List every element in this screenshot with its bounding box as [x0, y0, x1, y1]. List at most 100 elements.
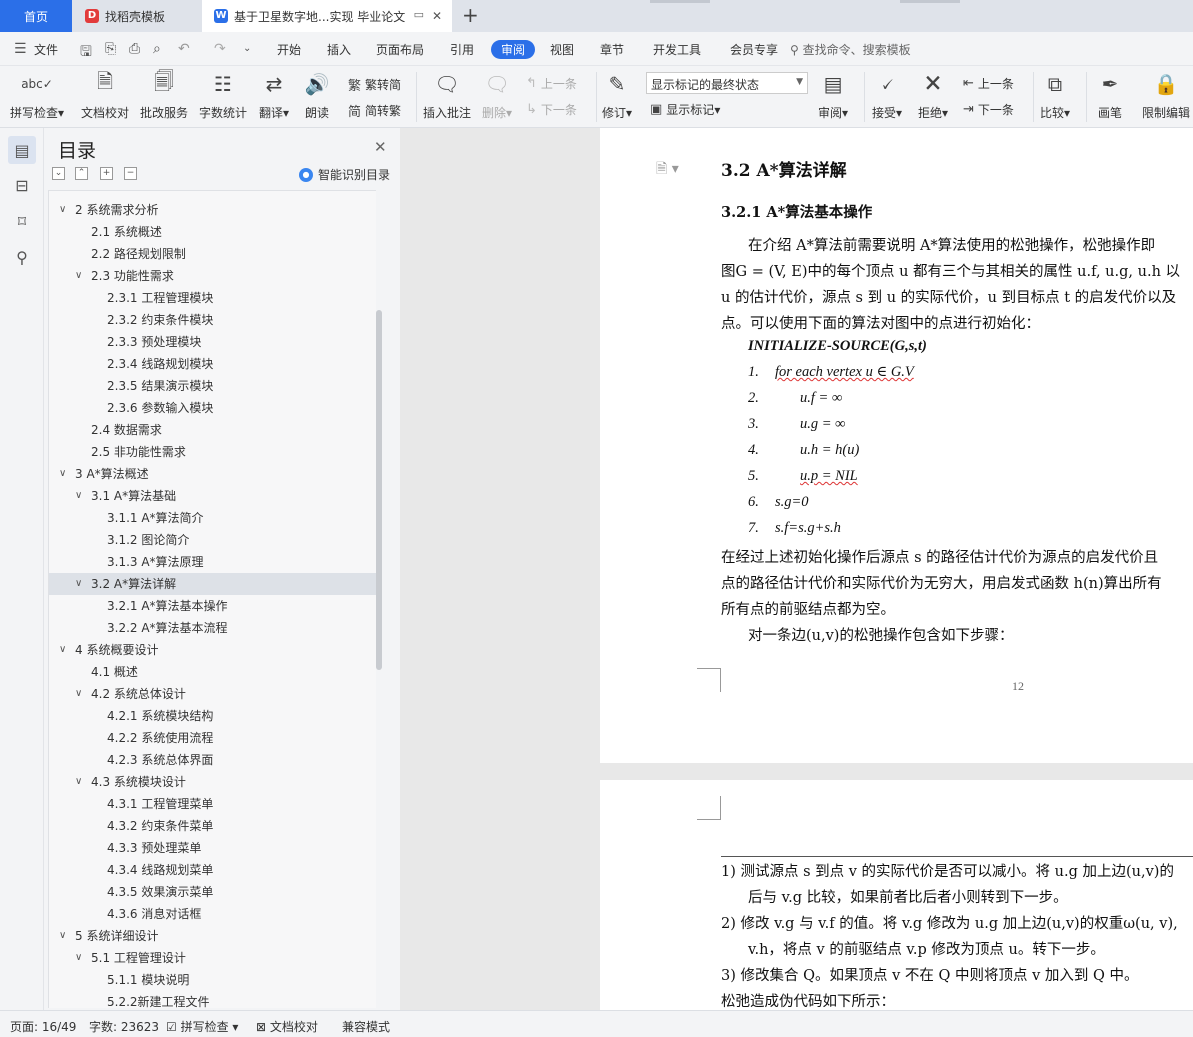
tab-template[interactable]: D 找稻壳模板: [73, 0, 201, 32]
chevron-down-icon[interactable]: ∨: [59, 925, 66, 947]
chevron-down-icon[interactable]: ∨: [75, 485, 82, 507]
toc-item[interactable]: ∨ 3 A*算法概述: [49, 463, 376, 485]
menu-file[interactable]: 文件: [34, 41, 58, 58]
chevron-down-icon[interactable]: ∨: [75, 265, 82, 287]
toc-item[interactable]: 4.3.1 工程管理菜单: [49, 793, 376, 815]
toc-scrollbar[interactable]: [376, 310, 382, 670]
toc-item[interactable]: 4.2.2 系统使用流程: [49, 727, 376, 749]
toc-item[interactable]: 5.1.1 模块说明: [49, 969, 376, 991]
toc-item[interactable]: 3.1.3 A*算法原理: [49, 551, 376, 573]
toc-item[interactable]: 2.3.5 结果演示模块: [49, 375, 376, 397]
page-indicator[interactable]: 页面: 16/49: [10, 1018, 76, 1035]
toc-item[interactable]: ∨ 4 系统概要设计: [49, 639, 376, 661]
toc-item[interactable]: 4.1 概述: [49, 661, 376, 683]
chapter-nav-icon[interactable]: ⊟: [8, 171, 36, 199]
monitor-icon[interactable]: ▭: [414, 8, 424, 21]
toc-item[interactable]: 3.1.2 图论简介: [49, 529, 376, 551]
menu-page-layout[interactable]: 页面布局: [376, 41, 424, 58]
reject-button[interactable]: 🗙 拒绝▾: [918, 69, 948, 121]
preview-icon[interactable]: ⌕: [153, 41, 161, 57]
toc-item[interactable]: 5.2.2新建工程文件: [49, 991, 376, 1008]
menu-member[interactable]: 会员专享: [730, 41, 778, 58]
compare-button[interactable]: ⧉ 比较▾: [1040, 70, 1070, 121]
prev-comment-button[interactable]: ↰ 上一条: [526, 75, 577, 92]
toc-item[interactable]: 4.3.4 线路规划菜单: [49, 859, 376, 881]
document-area[interactable]: 🗎 ▾ 3.2 A*算法详解 3.2.1 A*算法基本操作 在介绍 A*算法前需…: [400, 128, 1193, 1010]
toc-item[interactable]: 2.3.6 参数输入模块: [49, 397, 376, 419]
restrict-edit-button[interactable]: 🔒 限制编辑: [1142, 70, 1190, 121]
toc-item[interactable]: 4.3.6 消息对话框: [49, 903, 376, 925]
spell-check-button[interactable]: abc✓ 拼写检查▾: [10, 70, 64, 121]
add-level-icon[interactable]: +: [100, 167, 113, 180]
toc-item[interactable]: 2.2 路径规划限制: [49, 243, 376, 265]
redo-icon[interactable]: ↷: [214, 41, 226, 57]
toc-item[interactable]: ∨ 3.1 A*算法基础: [49, 485, 376, 507]
word-count-indicator[interactable]: 字数: 23623: [89, 1018, 159, 1035]
doc-outline-icon[interactable]: 🗎 ▾: [656, 158, 679, 182]
chevron-down-icon[interactable]: ∨: [59, 639, 66, 661]
document-page-next[interactable]: 1) 测试源点 s 到点 v 的实际代价是否可以减小。将 u.g 加上边(u,v…: [600, 780, 1193, 1010]
delete-comment-button[interactable]: 🗨 删除▾: [482, 70, 512, 121]
chevron-down-icon[interactable]: ∨: [75, 573, 82, 595]
hamburger-icon[interactable]: ☰: [14, 41, 27, 57]
menu-chapter[interactable]: 章节: [600, 41, 624, 58]
remove-level-icon[interactable]: −: [124, 167, 137, 180]
menu-insert[interactable]: 插入: [327, 41, 351, 58]
revise-button[interactable]: ✎ 修订▾: [602, 70, 632, 121]
tab-document[interactable]: W 基于卫星数字地...实现 毕业论文 ▭ ✕: [202, 0, 452, 32]
toc-item[interactable]: 3.2.1 A*算法基本操作: [49, 595, 376, 617]
prev-change-button[interactable]: ⇤ 上一条: [963, 75, 1014, 92]
collapse-all-icon[interactable]: ⌄: [52, 167, 65, 180]
toc-item[interactable]: ∨ 5 系统详细设计: [49, 925, 376, 947]
toc-item[interactable]: 2.1 系统概述: [49, 221, 376, 243]
toc-item[interactable]: ∨ 2 系统需求分析: [49, 199, 376, 221]
to-traditional-button[interactable]: 繁繁转简: [348, 75, 401, 94]
undo-icon[interactable]: ↶: [178, 41, 190, 57]
chevron-down-icon[interactable]: ∨: [75, 947, 82, 969]
menu-review[interactable]: 审阅: [491, 40, 536, 59]
toc-item[interactable]: 4.3.2 约束条件菜单: [49, 815, 376, 837]
accept-button[interactable]: 🗸 接受▾: [872, 70, 902, 121]
word-count-button[interactable]: ☷ 字数统计: [199, 70, 247, 121]
bookmark-icon[interactable]: ⌑: [8, 207, 36, 235]
menu-start[interactable]: 开始: [277, 41, 301, 58]
translate-button[interactable]: ⇄ 翻译▾: [259, 70, 289, 121]
menu-reference[interactable]: 引用: [450, 41, 474, 58]
read-aloud-button[interactable]: 🔊 朗读: [303, 70, 331, 121]
smart-toc-button[interactable]: ● 智能识别目录: [299, 166, 390, 183]
search-icon[interactable]: ⚲: [8, 243, 36, 271]
markup-select[interactable]: 显示标记的最终状态 ▼: [646, 72, 808, 94]
toc-item[interactable]: 2.3.3 预处理模块: [49, 331, 376, 353]
command-search[interactable]: ⚲ 查找命令、搜索模板: [790, 41, 911, 58]
toc-item[interactable]: 4.3.5 效果演示菜单: [49, 881, 376, 903]
toc-item[interactable]: 2.3.4 线路规划模块: [49, 353, 376, 375]
chevron-down-icon[interactable]: ∨: [59, 199, 66, 221]
next-comment-button[interactable]: ↳ 下一条: [526, 101, 577, 118]
document-page[interactable]: 🗎 ▾ 3.2 A*算法详解 3.2.1 A*算法基本操作 在介绍 A*算法前需…: [600, 128, 1193, 763]
toc-item[interactable]: ∨ 3.2 A*算法详解: [49, 573, 376, 595]
export-icon[interactable]: ⎘: [105, 41, 116, 57]
toc-item[interactable]: 2.3.2 约束条件模块: [49, 309, 376, 331]
next-change-button[interactable]: ⇥ 下一条: [963, 101, 1014, 118]
toc-item[interactable]: 2.5 非功能性需求: [49, 441, 376, 463]
annotate-service-button[interactable]: 🗐 批改服务: [140, 69, 188, 121]
close-icon[interactable]: ✕: [432, 9, 442, 23]
toc-item[interactable]: 3.2.2 A*算法基本流程: [49, 617, 376, 639]
toc-item[interactable]: 4.2.1 系统模块结构: [49, 705, 376, 727]
pen-button[interactable]: ✒ 画笔: [1096, 70, 1124, 121]
review-pane-button[interactable]: ▤ 审阅▾: [818, 70, 848, 121]
close-icon[interactable]: ✕: [374, 138, 387, 156]
tab-home[interactable]: 首页: [0, 0, 72, 32]
menu-view[interactable]: 视图: [550, 41, 574, 58]
show-markup-button[interactable]: ▣ 显示标记 ▾: [650, 101, 720, 118]
expand-up-icon[interactable]: ⌃: [75, 167, 88, 180]
toc-item[interactable]: ∨ 2.3 功能性需求: [49, 265, 376, 287]
new-tab-icon[interactable]: +: [462, 3, 479, 27]
more-chevron-icon[interactable]: ⌄: [243, 43, 251, 54]
to-simplified-button[interactable]: 简简转繁: [348, 101, 401, 120]
chevron-down-icon[interactable]: ∨: [59, 463, 66, 485]
spell-check-status[interactable]: ☑ 拼写检查 ▾: [166, 1018, 238, 1035]
save-icon[interactable]: 🖫: [80, 41, 92, 65]
toc-nav-icon[interactable]: ▤: [8, 136, 36, 164]
chevron-down-icon[interactable]: ∨: [75, 683, 82, 705]
